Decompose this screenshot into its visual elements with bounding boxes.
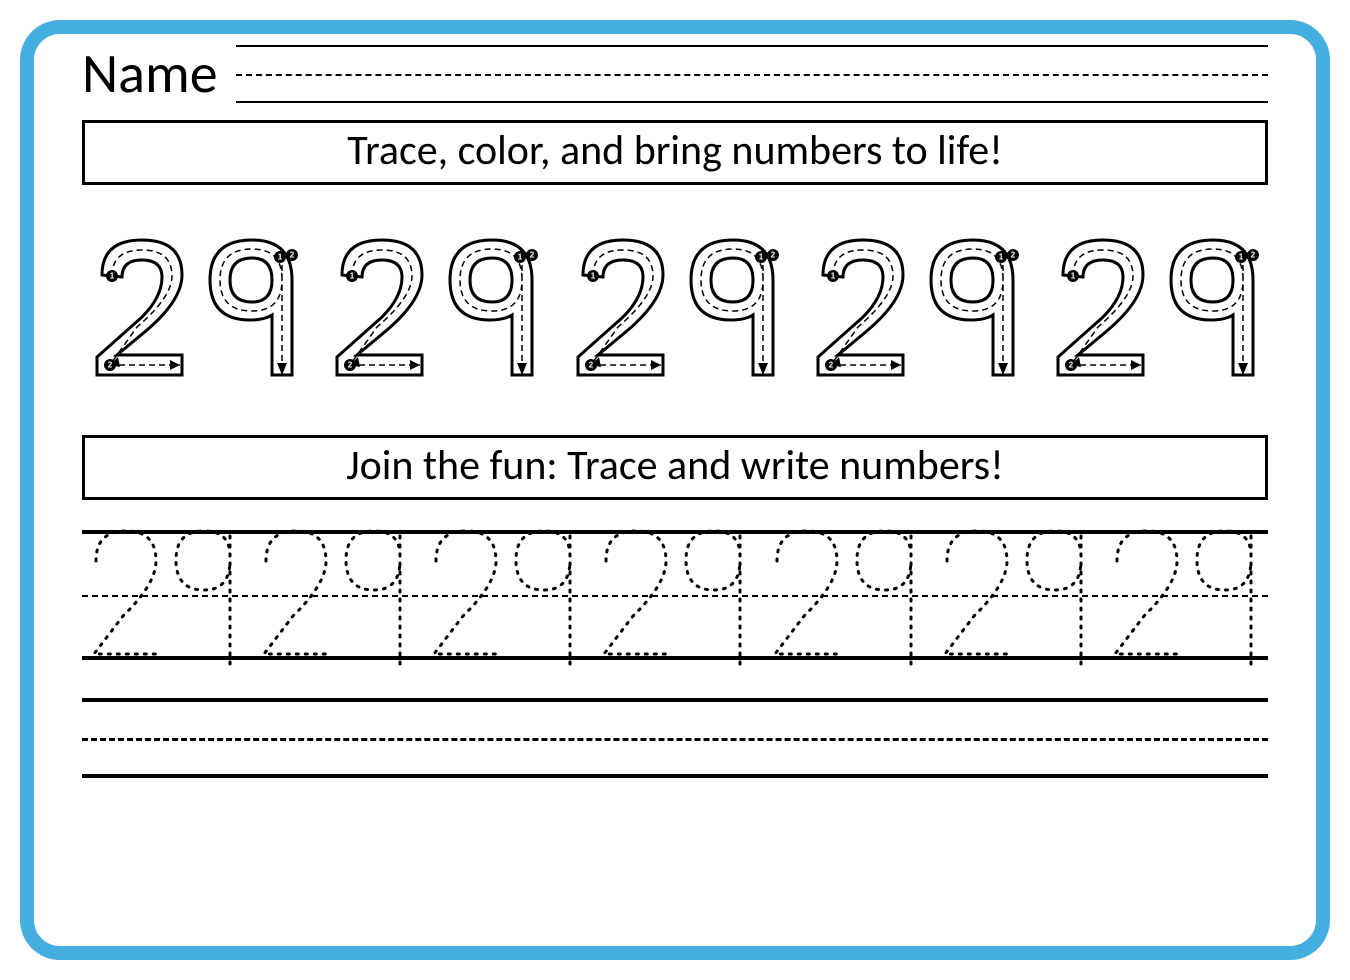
writing-section	[82, 530, 1268, 778]
trace-number-29[interactable]: 1 2 1 2	[82, 225, 307, 385]
trace-number-29[interactable]: 1 2 1 2	[803, 225, 1028, 385]
dotted-number-29[interactable]	[252, 516, 417, 681]
svg-text:2: 2	[1011, 251, 1016, 260]
svg-text:1: 1	[110, 272, 115, 281]
svg-text:2: 2	[290, 251, 295, 260]
svg-text:2: 2	[1069, 361, 1074, 370]
name-row: Name	[82, 40, 1268, 108]
name-label: Name	[82, 40, 218, 108]
svg-text:2: 2	[530, 251, 535, 260]
trace-number-29[interactable]: 1 2 1 2	[1043, 225, 1268, 385]
svg-text:1: 1	[590, 272, 595, 281]
dotted-number-29[interactable]	[1103, 516, 1268, 681]
dotted-number-29[interactable]	[82, 516, 247, 681]
svg-text:1: 1	[518, 253, 523, 262]
svg-text:2: 2	[770, 251, 775, 260]
svg-text:2: 2	[348, 361, 353, 370]
dotted-number-29[interactable]	[763, 516, 928, 681]
svg-text:1: 1	[831, 272, 836, 281]
instruction-box-1: Trace, color, and bring numbers to life!	[82, 120, 1268, 185]
name-writing-line[interactable]	[236, 45, 1268, 103]
dotted-numbers-row	[82, 516, 1268, 674]
svg-text:1: 1	[1239, 253, 1244, 262]
svg-text:1: 1	[350, 272, 355, 281]
trace-number-29[interactable]: 1 2 1 2	[563, 225, 788, 385]
svg-text:1: 1	[1071, 272, 1076, 281]
svg-text:2: 2	[588, 361, 593, 370]
svg-text:2: 2	[108, 361, 113, 370]
dotted-number-29[interactable]	[422, 516, 587, 681]
svg-text:1: 1	[999, 253, 1004, 262]
dotted-number-29[interactable]	[933, 516, 1098, 681]
svg-text:2: 2	[1251, 251, 1256, 260]
trace-number-29[interactable]: 1 2 1 2	[322, 225, 547, 385]
svg-text:1: 1	[278, 253, 283, 262]
instruction-text-1: Trace, color, and bring numbers to life!	[347, 125, 1003, 176]
writing-line-traced[interactable]	[82, 530, 1268, 660]
instruction-box-2: Join the fun: Trace and write numbers!	[82, 435, 1268, 500]
instruction-text-2: Join the fun: Trace and write numbers!	[346, 440, 1004, 491]
worksheet-page: Name Trace, color, and bring numbers to …	[20, 20, 1330, 960]
writing-line-empty[interactable]	[82, 698, 1268, 778]
dotted-number-29[interactable]	[592, 516, 757, 681]
svg-text:1: 1	[758, 253, 763, 262]
big-trace-row: 1 2 1 2 1 2	[82, 225, 1268, 385]
svg-text:2: 2	[829, 361, 834, 370]
